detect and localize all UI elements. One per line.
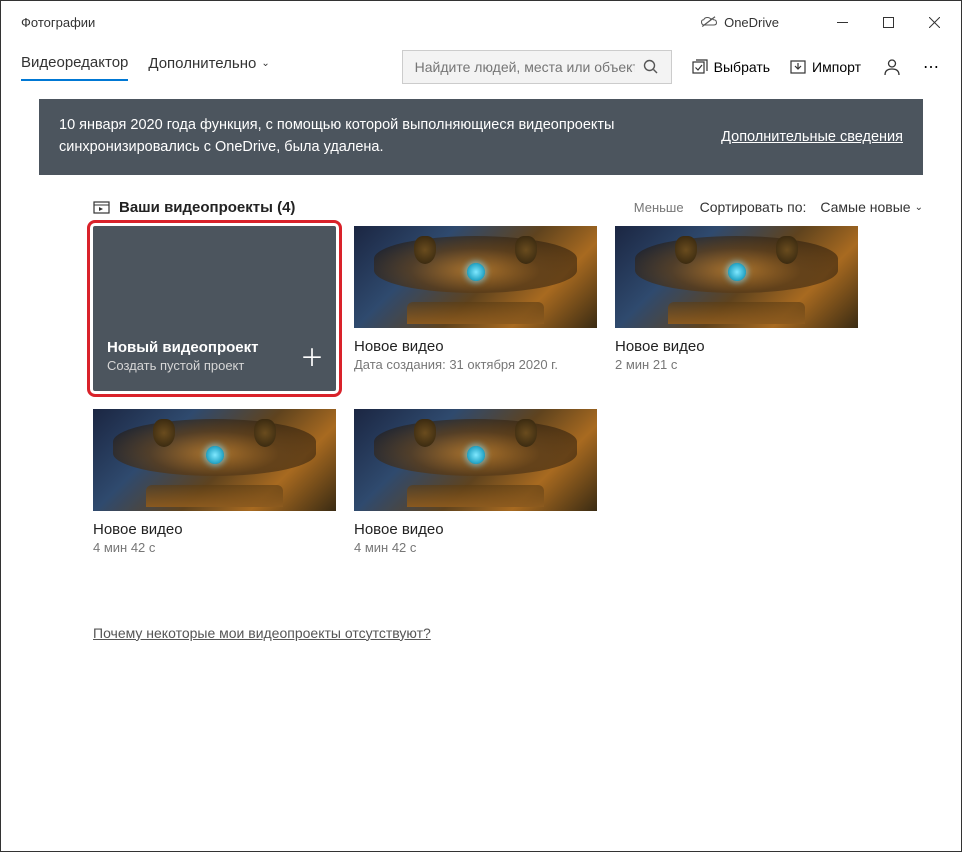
maximize-button[interactable] xyxy=(865,6,911,38)
chevron-down-icon: ⌄ xyxy=(261,58,269,69)
tab-video-editor[interactable]: Видеоредактор xyxy=(21,54,128,81)
title-bar: Фотографии OneDrive xyxy=(1,1,961,43)
import-icon xyxy=(790,59,806,75)
search-field[interactable] xyxy=(415,59,635,75)
projects-icon xyxy=(93,199,111,215)
app-title: Фотографии xyxy=(21,15,700,30)
project-meta: 2 мин 21 с xyxy=(615,357,858,372)
search-input[interactable] xyxy=(402,50,672,84)
search-icon xyxy=(643,59,659,75)
less-link[interactable]: Меньше xyxy=(634,200,684,215)
missing-projects-link[interactable]: Почему некоторые мои видеопроекты отсутс… xyxy=(93,625,431,641)
import-button[interactable]: Импорт xyxy=(790,59,861,75)
projects-grid: Новый видеопроект Создать пустой проект … xyxy=(1,226,961,555)
project-title: Новое видео xyxy=(615,338,858,355)
window-controls xyxy=(819,6,957,38)
new-project-subtitle: Создать пустой проект xyxy=(107,358,322,373)
notification-banner: 10 января 2020 года функция, с помощью к… xyxy=(39,99,923,175)
tab-more[interactable]: Дополнительно⌄ xyxy=(148,55,269,80)
project-thumbnail xyxy=(354,226,597,328)
select-button[interactable]: Выбрать xyxy=(692,59,770,75)
project-card[interactable]: Новое видео 4 мин 42 с xyxy=(93,409,336,555)
user-avatar[interactable] xyxy=(881,56,903,78)
sort-label: Сортировать по: xyxy=(700,199,807,215)
minimize-button[interactable] xyxy=(819,6,865,38)
select-icon xyxy=(692,59,708,75)
sort-value[interactable]: Самые новые⌄ xyxy=(820,199,923,215)
project-card[interactable]: Новое видео 4 мин 42 с xyxy=(354,409,597,555)
section-header: Ваши видеопроекты (4) Меньше Сортировать… xyxy=(1,175,961,226)
onedrive-offline-icon xyxy=(700,15,718,29)
new-project-title: Новый видеопроект xyxy=(107,339,322,356)
plus-icon: ＋ xyxy=(300,338,324,373)
project-title: Новое видео xyxy=(93,521,336,538)
project-meta: 4 мин 42 с xyxy=(354,540,597,555)
new-project-card[interactable]: Новый видеопроект Создать пустой проект … xyxy=(93,226,336,391)
onedrive-label: OneDrive xyxy=(724,15,779,30)
project-meta: 4 мин 42 с xyxy=(93,540,336,555)
onedrive-status[interactable]: OneDrive xyxy=(700,15,779,30)
banner-link[interactable]: Дополнительные сведения xyxy=(721,129,903,145)
section-title: Ваши видеопроекты (4) xyxy=(119,199,626,216)
project-thumbnail xyxy=(93,409,336,511)
banner-text: 10 января 2020 года функция, с помощью к… xyxy=(59,115,721,159)
project-card[interactable]: Новое видео Дата создания: 31 октября 20… xyxy=(354,226,597,391)
project-title: Новое видео xyxy=(354,521,597,538)
project-meta: Дата создания: 31 октября 2020 г. xyxy=(354,357,597,372)
more-button[interactable]: ⋯ xyxy=(923,57,941,77)
chevron-down-icon: ⌄ xyxy=(915,202,923,213)
project-thumbnail xyxy=(615,226,858,328)
toolbar: Видеоредактор Дополнительно⌄ Выбрать Имп… xyxy=(1,43,961,91)
project-card[interactable]: Новое видео 2 мин 21 с xyxy=(615,226,858,391)
project-title: Новое видео xyxy=(354,338,597,355)
close-button[interactable] xyxy=(911,6,957,38)
search-button[interactable] xyxy=(635,53,667,81)
project-thumbnail xyxy=(354,409,597,511)
